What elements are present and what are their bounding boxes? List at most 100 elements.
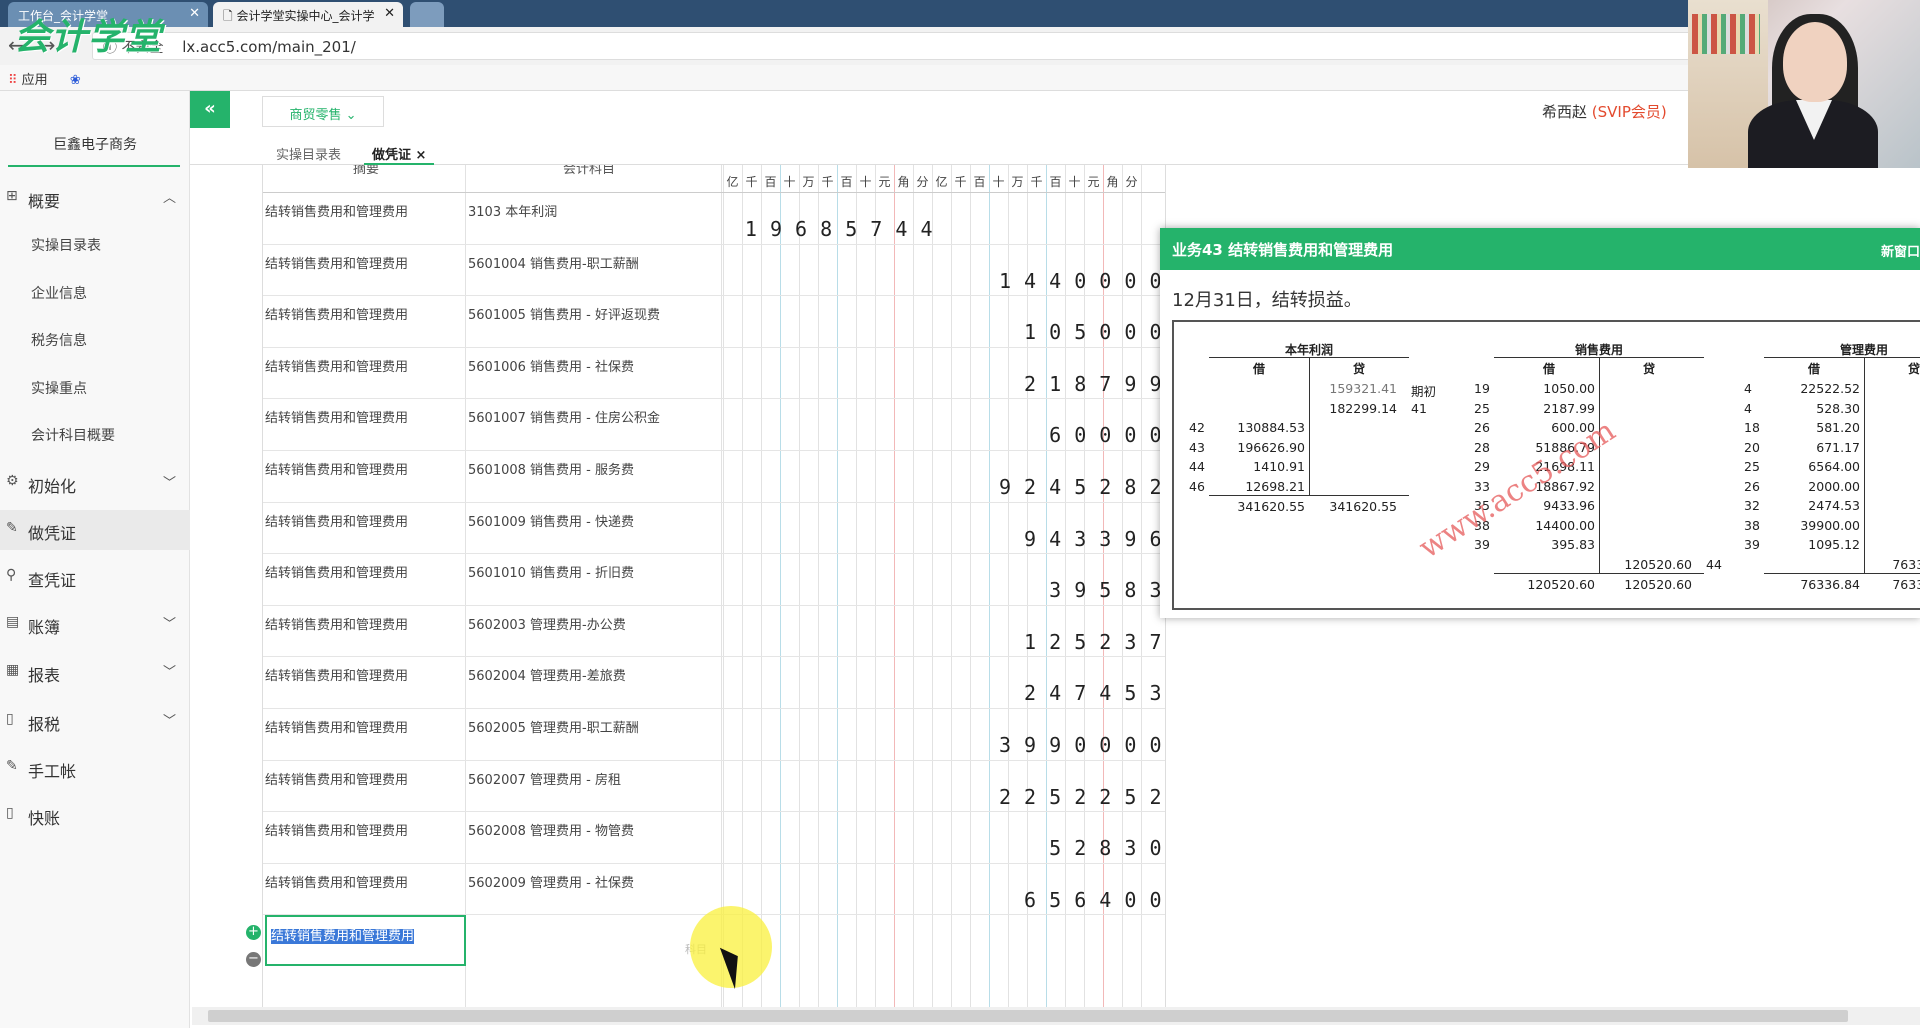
account-cell[interactable]: 5601008 销售费用 - 服务费 xyxy=(468,459,634,478)
sidebar-item-query-voucher[interactable]: ⚲ 查凭证 xyxy=(0,557,190,597)
sidebar-subitem-key-points[interactable]: 实操重点 xyxy=(0,367,190,407)
credit-amount[interactable]: 6 5 6 4 0 0 xyxy=(1024,888,1162,912)
paw-icon[interactable]: ❀ xyxy=(70,73,81,88)
voucher-row[interactable]: 结转销售费用和管理费用 5601005 销售费用 - 好评返现费 1 0 5 0 0… xyxy=(263,296,1165,348)
summary-cell[interactable]: 结转销售费用和管理费用 xyxy=(265,562,408,581)
collapse-sidebar-button[interactable]: « xyxy=(190,91,230,128)
sidebar-item-init[interactable]: ⚙ 初始化 ﹀ xyxy=(0,463,190,503)
apps-grid-icon[interactable]: ⠿ xyxy=(8,73,18,88)
unit-header: 十 xyxy=(783,175,796,189)
voucher-row[interactable]: 结转销售费用和管理费用 5602003 管理费用-办公费 1 2 5 2 3 7 xyxy=(263,606,1165,658)
t-entry-amount: 130884.53 xyxy=(1237,420,1305,435)
account-cell[interactable]: 5601004 销售费用-职工薪酬 xyxy=(468,253,639,272)
ledger-select[interactable]: 商贸零售 ⌄ xyxy=(262,96,384,127)
voucher-row[interactable]: 结转销售费用和管理费用 5601009 销售费用 - 快递费 9 4 3 3 9 6 xyxy=(263,503,1165,555)
account-cell[interactable]: 3103 本年利润 xyxy=(468,201,557,220)
account-cell[interactable]: 5602004 管理费用-差旅费 xyxy=(468,665,626,684)
t-entry-amount: 76336.84 xyxy=(1892,556,1920,572)
sidebar-item-reports[interactable]: ▦ 报表 ﹀ xyxy=(0,652,190,692)
sidebar-subitem-account-overview[interactable]: 会计科目概要 xyxy=(0,414,190,454)
credit-amount[interactable]: 2 4 7 4 5 3 xyxy=(1024,681,1162,705)
sidebar-item-ledger[interactable]: ▤ 账簿 ﹀ xyxy=(0,604,190,644)
voucher-row[interactable]: 结转销售费用和管理费用 5601008 销售费用 - 服务费 9 2 4 5 2 8… xyxy=(263,451,1165,503)
sidebar-item-make-voucher[interactable]: ✎ 做凭证 xyxy=(0,510,190,550)
remove-row-icon[interactable]: − xyxy=(246,952,261,967)
t-entry-amount: 1050.00 xyxy=(1543,381,1595,396)
t-entry-ref: 28 xyxy=(1474,439,1490,455)
debit-amount[interactable]: 1 9 6 8 5 7 4 4 xyxy=(745,217,933,241)
summary-cell[interactable]: 结转销售费用和管理费用 xyxy=(265,459,408,478)
sidebar-item-quick[interactable]: ▯ 快账 xyxy=(0,795,190,835)
summary-cell[interactable]: 结转销售费用和管理费用 xyxy=(265,511,408,530)
presenter-face xyxy=(1783,22,1847,102)
sidebar-item-overview[interactable]: ⊞ 概要 ︿ xyxy=(0,178,190,218)
account-cell[interactable]: 5602007 管理费用 - 房租 xyxy=(468,769,621,788)
credit-label: 贷 xyxy=(1908,362,1920,376)
url-input[interactable]: ⓘ 不安全 lx.acc5.com/main_201/ xyxy=(92,32,1692,60)
account-cell[interactable]: 5602008 管理费用 - 物管费 xyxy=(468,820,634,839)
account-cell[interactable]: 5601010 销售费用 - 折旧费 xyxy=(468,562,634,581)
new-tab-button[interactable] xyxy=(410,2,444,27)
sidebar-item-tax[interactable]: ▯ 报税 ﹀ xyxy=(0,701,190,741)
summary-cell[interactable]: 结转销售费用和管理费用 xyxy=(265,356,408,375)
voucher-row[interactable]: 结转销售费用和管理费用 3103 本年利润 1 9 6 8 5 7 4 4 xyxy=(263,193,1165,245)
voucher-row[interactable]: 结转销售费用和管理费用 5601004 销售费用-职工薪酬 1 4 4 0 0 0 … xyxy=(263,245,1165,297)
voucher-row[interactable]: 结转销售费用和管理费用 5601006 销售费用 - 社保费 2 1 8 7 9 9 xyxy=(263,348,1165,400)
close-icon[interactable]: × xyxy=(416,148,427,163)
summary-cell[interactable]: 结转销售费用和管理费用 xyxy=(265,717,408,736)
tab-catalog[interactable]: 实操目录表 xyxy=(268,140,349,165)
tab-make-voucher[interactable]: 做凭证 × xyxy=(364,140,435,165)
summary-cell[interactable]: 结转销售费用和管理费用 xyxy=(265,407,408,426)
new-window-button[interactable]: 新窗口 xyxy=(1881,241,1920,260)
summary-cell[interactable]: 结转销售费用和管理费用 xyxy=(265,304,408,323)
credit-amount[interactable]: 5 2 8 3 0 xyxy=(1049,836,1162,860)
account-cell[interactable]: 5602009 管理费用 - 社保费 xyxy=(468,872,634,891)
voucher-row[interactable]: 结转销售费用和管理费用 5602007 管理费用 - 房租 2 2 5 2 2 5 … xyxy=(263,761,1165,813)
account-cell[interactable]: 5602005 管理费用-职工薪酬 xyxy=(468,717,639,736)
credit-amount[interactable]: 6 0 0 0 0 xyxy=(1049,423,1162,447)
voucher-row[interactable]: 结转销售费用和管理费用 5602008 管理费用 - 物管费 5 2 8 3 0 xyxy=(263,812,1165,864)
voucher-row[interactable]: 结转销售费用和管理费用 5602005 管理费用-职工薪酬 3 9 9 0 0 0 … xyxy=(263,709,1165,761)
user-info[interactable]: 希西赵 (SVIP会员) xyxy=(1542,101,1667,122)
summary-input[interactable]: 结转销售费用和管理费用 xyxy=(265,915,466,966)
t-account-figure: 本年利润借贷 42 130884.53 43 196626.90 44 1410.91 46 1… xyxy=(1172,320,1920,610)
sidebar-subitem-catalog[interactable]: 实操目录表 xyxy=(0,224,190,264)
company-name: 巨鑫电子商务 xyxy=(53,137,137,153)
credit-amount[interactable]: 9 4 3 3 9 6 xyxy=(1024,527,1162,551)
sidebar-subitem-tax-info[interactable]: 税务信息 xyxy=(0,319,190,359)
summary-cell[interactable]: 结转销售费用和管理费用 xyxy=(265,614,408,633)
credit-amount[interactable]: 9 2 4 5 2 8 2 xyxy=(999,475,1162,499)
ledger-select-value: 商贸零售 xyxy=(289,108,342,123)
summary-cell[interactable]: 结转销售费用和管理费用 xyxy=(265,665,408,684)
credit-amount[interactable]: 1 0 5 0 0 0 xyxy=(1024,320,1162,344)
credit-amount[interactable]: 2 1 8 7 9 9 xyxy=(1024,372,1162,396)
voucher-row[interactable]: 结转销售费用和管理费用 5601010 销售费用 - 折旧费 3 9 5 8 3 xyxy=(263,554,1165,606)
browser-tab-active[interactable]: 🗋 会计学堂实操中心_会计学 ✕ xyxy=(213,2,403,27)
credit-amount[interactable]: 2 2 5 2 2 5 2 xyxy=(999,785,1162,809)
summary-cell[interactable]: 结转销售费用和管理费用 xyxy=(265,201,408,220)
credit-amount[interactable]: 3 9 9 0 0 0 0 xyxy=(999,733,1162,757)
voucher-row[interactable]: 结转销售费用和管理费用 5602004 管理费用-差旅费 2 4 7 4 5 3 xyxy=(263,657,1165,709)
credit-amount[interactable]: 1 4 4 0 0 0 0 xyxy=(999,269,1162,293)
t-entry-amount: 581.20 xyxy=(1816,420,1860,435)
summary-cell[interactable]: 结转销售费用和管理费用 xyxy=(265,820,408,839)
scrollbar-thumb[interactable] xyxy=(208,1010,1848,1022)
credit-amount[interactable]: 3 9 5 8 3 xyxy=(1049,578,1162,602)
account-cell[interactable]: 5602003 管理费用-办公费 xyxy=(468,614,626,633)
close-icon[interactable]: ✕ xyxy=(384,6,395,21)
account-cell[interactable]: 5601005 销售费用 - 好评返现费 xyxy=(468,304,660,323)
add-row-icon[interactable]: + xyxy=(246,925,261,940)
credit-amount[interactable]: 1 2 5 2 3 7 xyxy=(1024,630,1162,654)
sidebar-subitem-company-info[interactable]: 企业信息 xyxy=(0,272,190,312)
close-icon[interactable]: ✕ xyxy=(189,6,200,21)
summary-cell[interactable]: 结转销售费用和管理费用 xyxy=(265,769,408,788)
sidebar-item-manual[interactable]: ✎ 手工帐 xyxy=(0,748,190,788)
summary-cell[interactable]: 结转销售费用和管理费用 xyxy=(265,872,408,891)
voucher-row[interactable]: 结转销售费用和管理费用 5601007 销售费用 - 住房公积金 6 0 0 0 0 xyxy=(263,399,1165,451)
summary-cell[interactable]: 结转销售费用和管理费用 xyxy=(265,253,408,272)
voucher-row[interactable]: 结转销售费用和管理费用 5602009 管理费用 - 社保费 6 5 6 4 0 0 xyxy=(263,864,1165,916)
account-cell[interactable]: 5601006 销售费用 - 社保费 xyxy=(468,356,634,375)
account-cell[interactable]: 5601009 销售费用 - 快递费 xyxy=(468,511,634,530)
bookmark-apps[interactable]: 应用 xyxy=(22,73,48,88)
account-cell[interactable]: 5601007 销售费用 - 住房公积金 xyxy=(468,407,660,426)
